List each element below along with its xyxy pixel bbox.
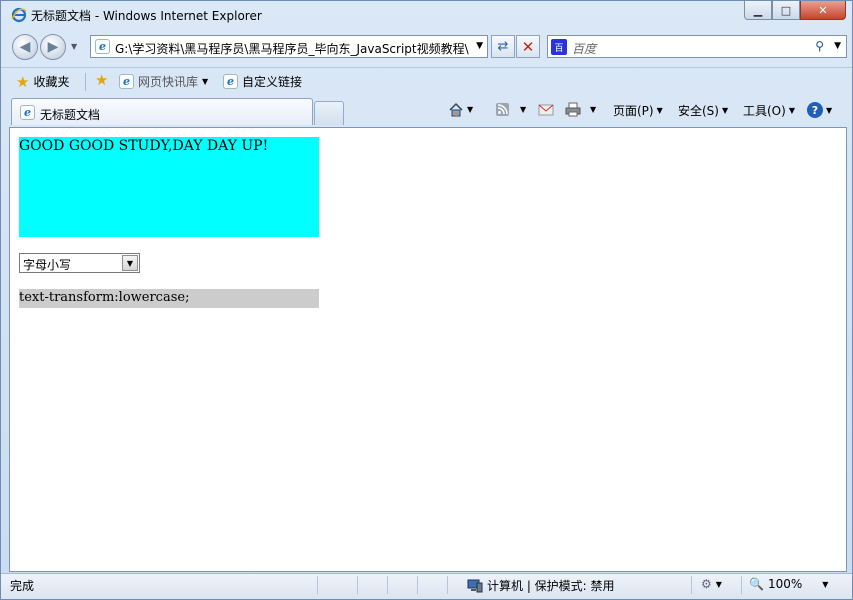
refresh-icon: ⇄	[497, 39, 509, 54]
webslice-gallery-button[interactable]: e 网页快讯库 ▼	[119, 73, 208, 90]
zoom-dropdown-icon: ▼	[822, 579, 829, 589]
close-button[interactable]: ✕	[800, 1, 846, 20]
home-button[interactable]: ▼	[448, 102, 473, 117]
select-value: 字母小写	[23, 258, 72, 272]
search-icon[interactable]: ⚲	[815, 39, 824, 53]
help-dropdown-icon: ▼	[826, 105, 833, 115]
search-input[interactable]: 百度	[572, 40, 596, 57]
banner-text-box: GOOD GOOD STUDY,DAY DAY UP!	[19, 137, 319, 237]
refresh-button[interactable]: ⇄	[491, 35, 515, 58]
page-content: GOOD GOOD STUDY,DAY DAY UP! 字母小写 ▼ text-…	[9, 127, 847, 572]
add-favorites-button[interactable]: ★	[95, 71, 109, 89]
search-box[interactable]: 百 百度 ⚲ ▼	[547, 35, 847, 58]
address-row: ◀ ▶ ▼ e G:\学习资料\黑马程序员\黑马程序员_毕向东_JavaScri…	[1, 31, 852, 63]
help-menu[interactable]: ? ▼	[807, 102, 832, 118]
page-menu[interactable]: 页面(P) ▼	[613, 102, 663, 119]
status-divider	[357, 576, 358, 594]
search-dropdown-icon[interactable]: ▼	[834, 41, 841, 51]
status-divider	[387, 576, 388, 594]
text-transform-select[interactable]: 字母小写 ▼	[19, 253, 140, 273]
back-arrow-icon: ◀	[19, 39, 31, 55]
status-divider	[417, 576, 418, 594]
tools-menu-label: 工具(O)	[743, 104, 786, 118]
custom-links-label: 自定义链接	[242, 75, 303, 89]
custom-links-icon: e	[223, 74, 238, 89]
address-input[interactable]: G:\学习资料\黑马程序员\黑马程序员_毕向东_JavaScript视频教程\	[115, 40, 475, 57]
zoom-level: 100%	[767, 577, 803, 591]
divider	[85, 73, 86, 91]
page-menu-label: 页面(P)	[613, 104, 654, 118]
favorites-label: 收藏夹	[33, 75, 70, 89]
security-zone[interactable]: 计算机 | 保护模式: 禁用	[467, 577, 615, 594]
status-tools-dropdown-icon: ▼	[715, 579, 722, 589]
forward-button[interactable]: ▶	[40, 34, 66, 60]
read-mail-button[interactable]	[538, 102, 554, 117]
home-icon	[449, 102, 463, 117]
favorites-star-icon: ★	[16, 72, 30, 91]
print-button[interactable]: ▼	[565, 102, 596, 117]
rss-feed-icon	[496, 103, 509, 116]
status-tools-button[interactable]: ⚙ ▼	[701, 577, 722, 591]
tab-page-icon: e	[20, 105, 35, 120]
zoom-icon: 🔍	[749, 577, 764, 591]
add-favorite-star-icon: ★	[95, 71, 109, 89]
ie-window: 无标题文档 - Windows Internet Explorer ▁ □ ✕ …	[0, 0, 853, 600]
address-bar[interactable]: e G:\学习资料\黑马程序员\黑马程序员_毕向东_JavaScript视频教程…	[90, 35, 488, 58]
maximize-button[interactable]: □	[772, 1, 800, 20]
webslice-dropdown-icon: ▼	[202, 77, 209, 86]
stop-button[interactable]: ✕	[516, 35, 540, 58]
status-divider	[447, 576, 448, 594]
printer-icon	[565, 102, 581, 117]
css-output-box: text-transform:lowercase;	[19, 289, 319, 308]
zoom-button[interactable]: 🔍 100% ▼	[749, 577, 828, 591]
baidu-icon: 百	[551, 39, 567, 55]
select-dropdown-icon[interactable]: ▼	[122, 255, 138, 271]
history-dropdown-icon[interactable]: ▼	[71, 42, 77, 51]
status-bar: 完成 计算机 | 保护模式: 禁用 ⚙ ▼ 🔍 100% ▼	[1, 573, 852, 599]
page-icon: e	[95, 39, 110, 54]
feeds-dropdown-icon: ▼	[520, 105, 527, 114]
favorites-bar: ★ 收藏夹 ★ e 网页快讯库 ▼ e 自定义链接	[1, 67, 852, 95]
status-text: 完成	[10, 579, 35, 593]
gear-icon: ⚙	[701, 577, 712, 591]
home-dropdown-icon: ▼	[467, 105, 474, 114]
forward-arrow-icon: ▶	[47, 39, 59, 55]
stop-icon: ✕	[521, 37, 535, 56]
mail-icon	[538, 104, 554, 116]
page-dropdown-icon: ▼	[656, 106, 663, 115]
tab-row: e 无标题文档 ▼ ▼ ▼ 页面(P) ▼ 安全(S) ▼ 工具(O) ▼ ? …	[1, 96, 852, 126]
computer-icon	[467, 579, 483, 592]
security-zone-label: 计算机 | 保护模式: 禁用	[487, 579, 615, 593]
webslice-icon: e	[119, 74, 134, 89]
back-button[interactable]: ◀	[12, 34, 38, 60]
favorites-button[interactable]: ★ 收藏夹	[16, 73, 69, 90]
new-tab-button[interactable]	[314, 101, 344, 125]
tab-label: 无标题文档	[40, 108, 101, 122]
minimize-button[interactable]: ▁	[744, 1, 772, 20]
title-bar: 无标题文档 - Windows Internet Explorer ▁ □ ✕	[1, 1, 852, 29]
tab-untitled[interactable]: e 无标题文档	[11, 98, 313, 125]
help-icon: ?	[807, 102, 823, 118]
window-controls: ▁ □ ✕	[744, 1, 846, 21]
window-title: 无标题文档 - Windows Internet Explorer	[31, 9, 262, 23]
safety-dropdown-icon: ▼	[721, 106, 729, 115]
feeds-button[interactable]: ▼	[495, 102, 526, 117]
webslice-label: 网页快讯库	[138, 75, 199, 89]
ie-logo-icon	[11, 7, 27, 23]
address-dropdown-icon[interactable]: ▼	[476, 41, 483, 51]
status-divider	[691, 576, 692, 594]
status-divider	[741, 576, 742, 594]
status-divider	[317, 576, 318, 594]
safety-menu[interactable]: 安全(S) ▼	[678, 102, 728, 119]
print-dropdown-icon: ▼	[590, 105, 597, 114]
tools-dropdown-icon: ▼	[788, 106, 795, 115]
custom-links-button[interactable]: e 自定义链接	[223, 73, 302, 90]
safety-menu-label: 安全(S)	[678, 104, 719, 118]
tools-menu[interactable]: 工具(O) ▼	[743, 102, 795, 119]
